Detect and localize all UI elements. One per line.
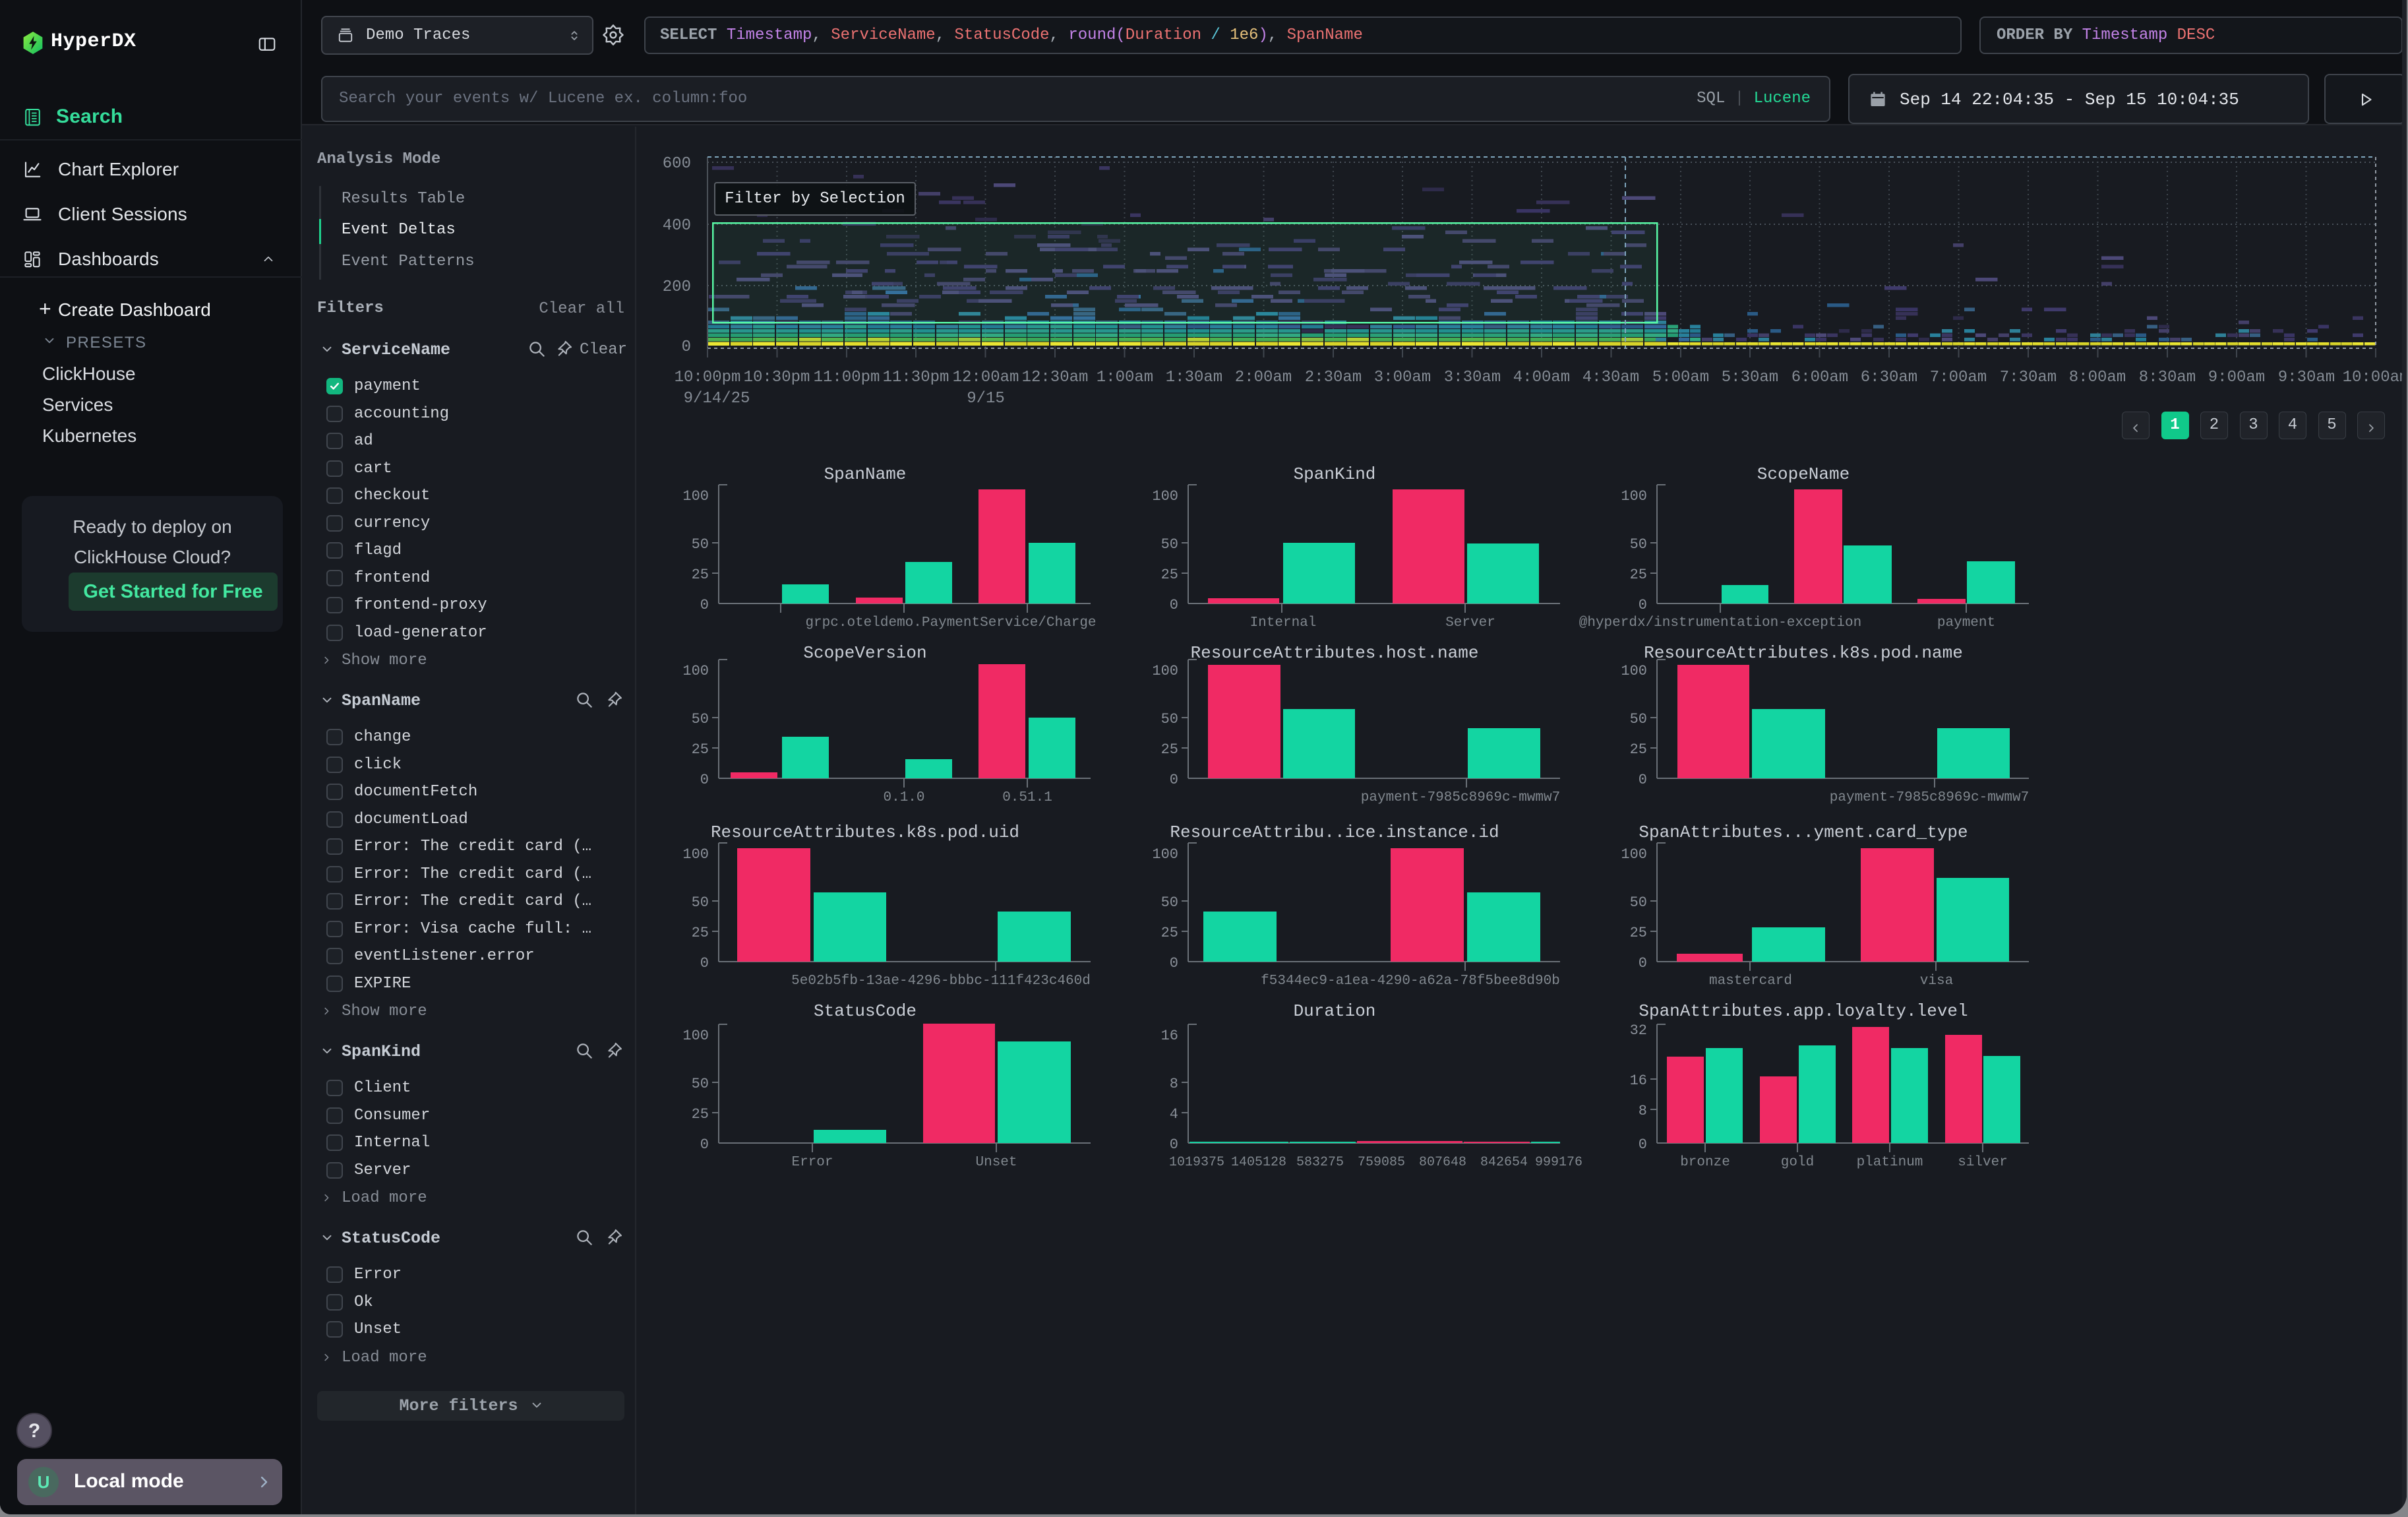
svg-text:0: 0 <box>1639 1136 1647 1153</box>
svg-text:50: 50 <box>692 1076 709 1092</box>
svg-text:ScopeName: ScopeName <box>1757 464 1850 484</box>
svg-text:SpanName: SpanName <box>824 464 907 484</box>
svg-text:0: 0 <box>700 597 709 613</box>
svg-text:8: 8 <box>1639 1103 1647 1119</box>
svg-text:100: 100 <box>1621 663 1647 679</box>
svg-text:grpc.oteldemo.PaymentService/C: grpc.oteldemo.PaymentService/Charge <box>805 615 1096 631</box>
svg-text:50: 50 <box>1161 536 1178 553</box>
svg-text:ResourceAttribu..ice.instance.: ResourceAttribu..ice.instance.id <box>1170 822 1499 842</box>
svg-text:32: 32 <box>1630 1022 1647 1039</box>
svg-text:50: 50 <box>692 536 709 553</box>
svg-text:0: 0 <box>1639 772 1647 788</box>
svg-text:platinum: platinum <box>1857 1155 1923 1170</box>
svg-text:4: 4 <box>1170 1106 1178 1123</box>
svg-text:50: 50 <box>1630 711 1647 728</box>
svg-text:SpanKind: SpanKind <box>1294 464 1376 484</box>
svg-text:0: 0 <box>700 955 709 972</box>
svg-text:759085: 759085 <box>1358 1155 1405 1170</box>
svg-text:1019375: 1019375 <box>1169 1155 1224 1170</box>
svg-text:ResourceAttributes.host.name: ResourceAttributes.host.name <box>1191 643 1479 663</box>
svg-text:0: 0 <box>700 772 709 788</box>
svg-text:StatusCode: StatusCode <box>814 1001 917 1021</box>
svg-text:25: 25 <box>1630 567 1647 583</box>
svg-text:100: 100 <box>682 663 709 679</box>
svg-text:payment-7985c8969c-mwmw7: payment-7985c8969c-mwmw7 <box>1361 790 1560 805</box>
svg-text:100: 100 <box>1152 846 1178 863</box>
svg-text:100: 100 <box>1152 663 1178 679</box>
svg-text:807648: 807648 <box>1419 1155 1466 1170</box>
svg-text:silver: silver <box>1958 1155 2008 1170</box>
svg-text:Error: Error <box>791 1155 833 1170</box>
svg-text:842654: 842654 <box>1480 1155 1528 1170</box>
svg-text:50: 50 <box>692 711 709 728</box>
svg-text:25: 25 <box>692 925 709 941</box>
svg-text:583275: 583275 <box>1296 1155 1344 1170</box>
svg-text:50: 50 <box>692 894 709 911</box>
svg-text:ResourceAttributes.k8s.pod.nam: ResourceAttributes.k8s.pod.name <box>1644 643 1963 663</box>
svg-text:0.1.0: 0.1.0 <box>883 790 924 805</box>
svg-text:Duration: Duration <box>1294 1001 1376 1021</box>
svg-text:25: 25 <box>1161 567 1178 583</box>
svg-text:1405128: 1405128 <box>1231 1155 1286 1170</box>
svg-text:5e02b5fb-13ae-4296-bbbc-111f42: 5e02b5fb-13ae-4296-bbbc-111f423c460d <box>791 974 1091 989</box>
svg-text:0: 0 <box>1639 597 1647 613</box>
svg-text:25: 25 <box>692 567 709 583</box>
svg-text:25: 25 <box>1161 925 1178 941</box>
svg-text:25: 25 <box>1630 741 1647 758</box>
svg-text:25: 25 <box>1630 925 1647 941</box>
svg-text:25: 25 <box>692 1106 709 1123</box>
svg-text:0: 0 <box>1170 772 1178 788</box>
svg-text:100: 100 <box>1621 846 1647 863</box>
svg-text:25: 25 <box>1161 741 1178 758</box>
svg-text:Internal: Internal <box>1250 615 1317 631</box>
svg-text:50: 50 <box>1630 894 1647 911</box>
svg-text:ScopeVersion: ScopeVersion <box>803 643 926 663</box>
svg-text:0: 0 <box>700 1136 709 1153</box>
svg-text:50: 50 <box>1630 536 1647 553</box>
svg-text:mastercard: mastercard <box>1709 974 1792 989</box>
svg-text:50: 50 <box>1161 894 1178 911</box>
svg-text:0: 0 <box>1170 955 1178 972</box>
svg-text:16: 16 <box>1161 1028 1178 1044</box>
svg-text:25: 25 <box>692 741 709 758</box>
svg-text:100: 100 <box>682 488 709 505</box>
svg-text:SpanAttributes...yment.card_ty: SpanAttributes...yment.card_type <box>1639 822 1968 842</box>
svg-text:100: 100 <box>1152 488 1178 505</box>
svg-text:8: 8 <box>1170 1076 1178 1092</box>
svg-text:payment-7985c8969c-mwmw7: payment-7985c8969c-mwmw7 <box>1830 790 2029 805</box>
svg-text:100: 100 <box>1621 488 1647 505</box>
svg-text:Unset: Unset <box>975 1155 1017 1170</box>
svg-text:999176: 999176 <box>1535 1155 1582 1170</box>
svg-text:0: 0 <box>1170 1136 1178 1153</box>
svg-text:bronze: bronze <box>1680 1155 1730 1170</box>
svg-text:16: 16 <box>1630 1072 1647 1089</box>
svg-text:SpanAttributes.app.loyalty.lev: SpanAttributes.app.loyalty.level <box>1639 1001 1968 1021</box>
svg-text:100: 100 <box>682 846 709 863</box>
svg-text:visa: visa <box>1920 974 1953 989</box>
svg-text:100: 100 <box>682 1028 709 1044</box>
svg-text:ResourceAttributes.k8s.pod.uid: ResourceAttributes.k8s.pod.uid <box>711 822 1019 842</box>
svg-text:@hyperdx/instrumentation-excep: @hyperdx/instrumentation-exception <box>1579 615 1861 631</box>
svg-text:0: 0 <box>1639 955 1647 972</box>
svg-text:Server: Server <box>1445 615 1495 631</box>
svg-text:gold: gold <box>1781 1155 1814 1170</box>
svg-text:0.51.1: 0.51.1 <box>1002 790 1052 805</box>
svg-text:50: 50 <box>1161 711 1178 728</box>
svg-text:0: 0 <box>1170 597 1178 613</box>
svg-text:payment: payment <box>1937 615 1995 631</box>
svg-text:f5344ec9-a1ea-4290-a62a-78f5be: f5344ec9-a1ea-4290-a62a-78f5bee8d90b <box>1261 974 1560 989</box>
